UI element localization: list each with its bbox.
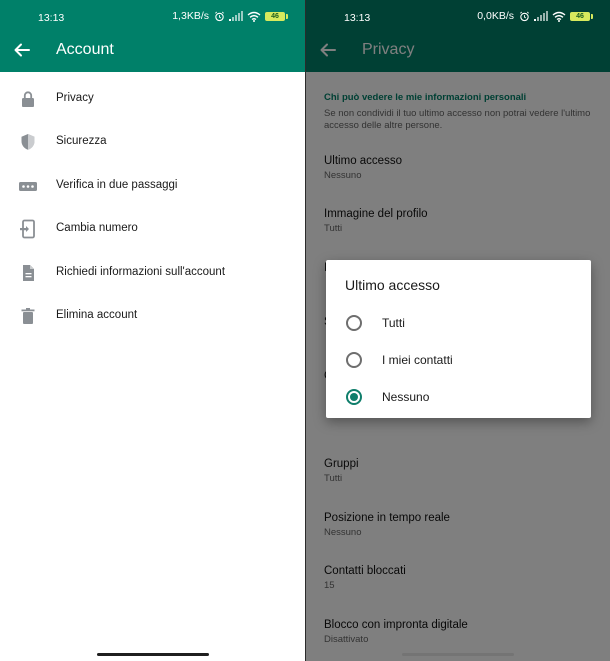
- last-seen-dialog: Ultimo accesso Tutti I miei contatti Nes…: [326, 260, 591, 418]
- lock-icon: [22, 91, 34, 107]
- document-icon: [23, 265, 34, 281]
- option-label: I miei contatti: [382, 353, 453, 367]
- wifi-icon: [552, 11, 566, 22]
- dialog-title: Ultimo accesso: [345, 277, 440, 293]
- alarm-icon: [520, 11, 529, 21]
- option-miei-contatti[interactable]: I miei contatti: [326, 341, 591, 378]
- menu-item-two-step[interactable]: Verifica in due passaggi: [0, 165, 305, 208]
- status-bar: 13:13 0,0KB/s 46: [306, 0, 610, 34]
- option-label: Nessuno: [382, 390, 430, 404]
- network-speed: 0,0KB/s: [477, 10, 514, 22]
- option-tutti[interactable]: Tutti: [326, 304, 591, 341]
- signal-icon: [229, 11, 243, 21]
- wifi-icon: [247, 11, 261, 22]
- option-label: Tutti: [382, 316, 405, 330]
- menu-item-label: Richiedi informazioni sull'account: [56, 266, 226, 278]
- status-time: 13:13: [344, 12, 371, 24]
- menu-item-request-info[interactable]: Richiedi informazioni sull'account: [0, 252, 305, 295]
- phone-change-icon: [20, 219, 35, 239]
- trash-icon: [21, 308, 35, 324]
- menu-item-label: Privacy: [56, 92, 94, 104]
- menu-item-label: Sicurezza: [56, 135, 107, 147]
- dots-icon: [19, 182, 37, 191]
- radio-button[interactable]: [346, 352, 362, 368]
- battery-icon: 46: [265, 11, 288, 21]
- menu-item-label: Cambia numero: [56, 222, 138, 234]
- menu-item-label: Elimina account: [56, 309, 138, 321]
- radio-button-selected[interactable]: [346, 389, 362, 405]
- account-screen: 13:13 1,3KB/s 46 Account Privacy Sicurez…: [0, 0, 305, 661]
- menu-item-label: Verifica in due passaggi: [56, 179, 178, 191]
- menu-item-change-number[interactable]: Cambia numero: [0, 208, 305, 251]
- battery-icon: 46: [570, 11, 593, 21]
- status-bar: 13:13 1,3KB/s 46: [0, 0, 305, 34]
- page-title: Account: [56, 41, 114, 58]
- menu-item-delete-account[interactable]: Elimina account: [0, 295, 305, 338]
- status-time: 13:13: [38, 12, 65, 24]
- shield-icon: [21, 134, 35, 150]
- back-arrow-icon[interactable]: [12, 40, 32, 60]
- network-speed: 1,3KB/s: [172, 10, 209, 22]
- app-bar: Account: [0, 34, 305, 72]
- option-nessuno[interactable]: Nessuno: [326, 378, 591, 415]
- menu-item-privacy[interactable]: Privacy: [0, 78, 305, 121]
- radio-button[interactable]: [346, 315, 362, 331]
- alarm-icon: [215, 11, 224, 21]
- privacy-screen: Privacy Chi può vedere le mie informazio…: [306, 0, 610, 661]
- gesture-bar[interactable]: [97, 653, 209, 656]
- menu-item-security[interactable]: Sicurezza: [0, 121, 305, 164]
- signal-icon: [534, 11, 548, 21]
